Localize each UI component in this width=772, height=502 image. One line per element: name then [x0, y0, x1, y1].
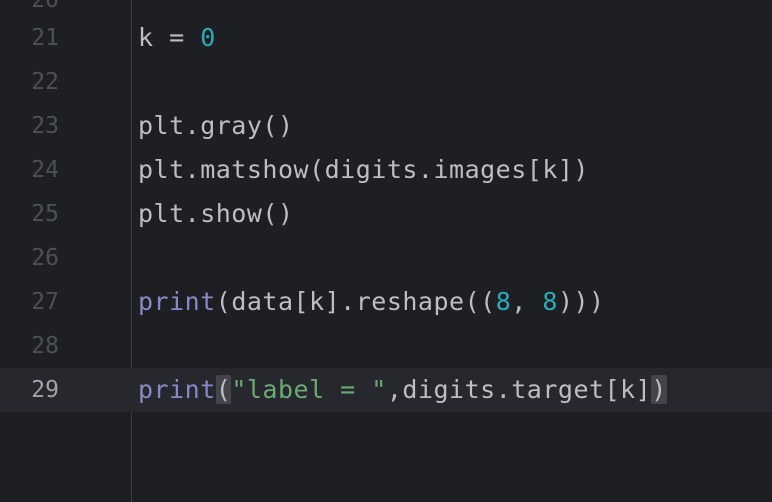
line-number: 25: [31, 201, 59, 227]
line-number: 23: [31, 113, 59, 139]
code-text: plt.matshow(digits.images[k]): [138, 155, 589, 184]
line-number: 22: [31, 69, 59, 95]
code-text: plt.gray(): [138, 111, 294, 140]
code-editor[interactable]: 20 21 k = 0 22 23 plt.gray() 24 plt.mats…: [0, 0, 772, 502]
line-number: 27: [31, 289, 59, 315]
code-line-22[interactable]: 22: [0, 60, 772, 104]
line-number: 21: [31, 25, 59, 51]
code-text: k = 0: [138, 23, 216, 52]
code-line-26[interactable]: 26: [0, 236, 772, 280]
code-line-23[interactable]: 23 plt.gray(): [0, 104, 772, 148]
line-number: 24: [31, 157, 59, 183]
code-text: plt.show(): [138, 199, 294, 228]
code-text: print(data[k].reshape((8, 8))): [138, 287, 605, 316]
code-line-25[interactable]: 25 plt.show(): [0, 192, 772, 236]
line-number: 28: [31, 333, 59, 359]
code-line-27[interactable]: 27 print(data[k].reshape((8, 8))): [0, 280, 772, 324]
code-line-28[interactable]: 28: [0, 324, 772, 368]
matched-paren-close: ): [651, 375, 667, 404]
code-line-24[interactable]: 24 plt.matshow(digits.images[k]): [0, 148, 772, 192]
line-number: 29: [31, 377, 59, 403]
matched-paren-open: (: [215, 375, 232, 404]
code-line-21[interactable]: 21 k = 0: [0, 16, 772, 60]
code-line-29-current[interactable]: 29 print("label = ",digits.target[k]): [0, 368, 772, 412]
code-text: print("label = ",digits.target[k]): [138, 375, 667, 404]
line-number: 26: [31, 245, 59, 271]
